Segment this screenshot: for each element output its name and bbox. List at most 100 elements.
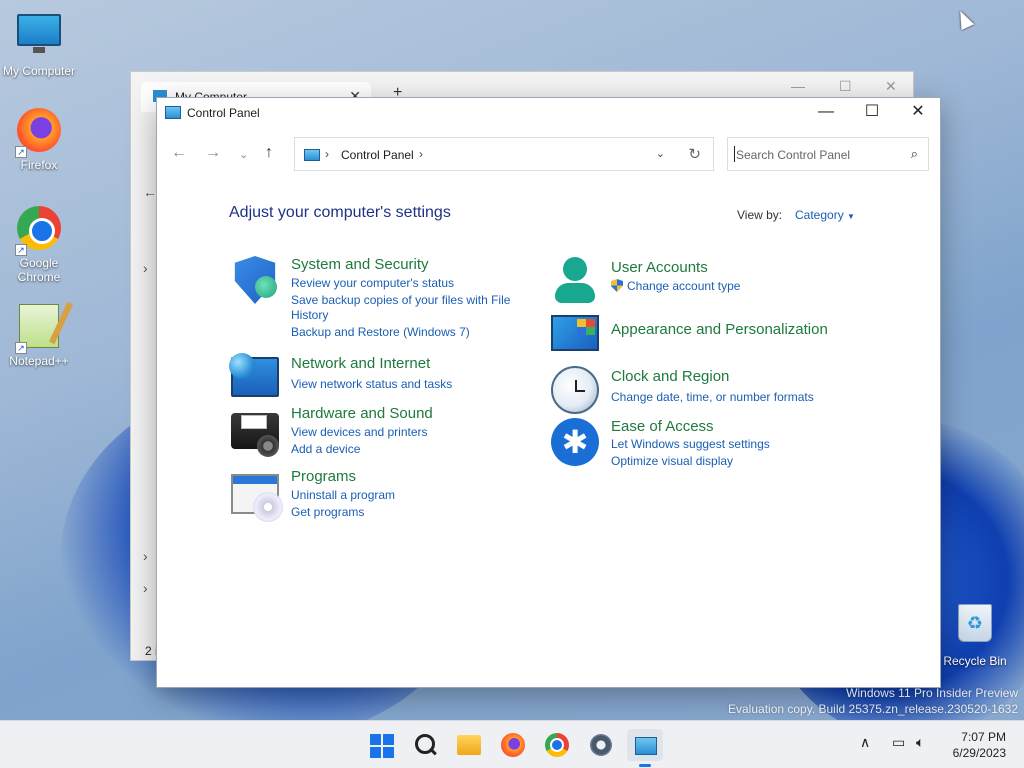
desktop-icon-notepadpp[interactable]: ↗ Notepad++ bbox=[0, 302, 78, 368]
control-panel-icon[interactable] bbox=[627, 729, 663, 767]
desktop-icon-recycle-bin[interactable]: ♻ Recycle Bin bbox=[936, 598, 1014, 668]
link-suggest-settings[interactable]: Let Windows suggest settings bbox=[611, 437, 770, 451]
category-title[interactable]: Hardware and Sound bbox=[291, 405, 433, 422]
category-appearance: Appearance and Personalization bbox=[551, 315, 871, 363]
recent-locations-button[interactable]: ⌄ bbox=[239, 148, 248, 161]
link-optimize-display[interactable]: Optimize visual display bbox=[611, 454, 733, 468]
computer-icon bbox=[15, 14, 63, 62]
refresh-icon[interactable]: ↻ bbox=[688, 145, 701, 163]
category-user-accounts: User Accounts Change account type bbox=[551, 257, 871, 307]
text-caret bbox=[734, 146, 735, 162]
link-label: Change account type bbox=[627, 279, 741, 293]
user-icon[interactable] bbox=[551, 257, 599, 305]
chevron-right-icon[interactable]: › bbox=[143, 260, 148, 276]
desktop-icon-label: Recycle Bin bbox=[943, 654, 1007, 668]
network-icon[interactable] bbox=[229, 353, 279, 397]
link-review-status[interactable]: Review your computer's status bbox=[291, 276, 454, 290]
back-arrow-icon[interactable]: ← bbox=[143, 184, 157, 200]
view-by-dropdown[interactable]: Category ▼ bbox=[795, 208, 855, 222]
link-devices-printers[interactable]: View devices and printers bbox=[291, 425, 428, 439]
link-file-history[interactable]: Save backup copies of your files with Fi… bbox=[291, 293, 510, 307]
category-ease-of-access: ✱ Ease of Access Let Windows suggest set… bbox=[551, 418, 871, 468]
desktop-icon-label: My Computer bbox=[2, 64, 76, 78]
desktop-icon-label: Notepad++ bbox=[9, 354, 69, 368]
category-title[interactable]: Ease of Access bbox=[611, 418, 714, 435]
desktop-icon-firefox[interactable]: ↗ Firefox bbox=[0, 106, 78, 172]
settings-icon[interactable] bbox=[585, 729, 617, 761]
watermark-build: Evaluation copy. Build 25375.zn_release.… bbox=[728, 702, 1018, 716]
uac-shield-icon bbox=[611, 279, 623, 292]
category-network-internet: Network and Internet View network status… bbox=[229, 353, 531, 397]
system-clock[interactable]: 7:07 PM 6/29/2023 bbox=[953, 729, 1006, 761]
close-icon[interactable]: ✕ bbox=[885, 78, 897, 95]
mouse-cursor bbox=[953, 7, 975, 31]
search-icon[interactable] bbox=[409, 729, 441, 761]
link-add-device[interactable]: Add a device bbox=[291, 442, 360, 456]
chrome-icon[interactable] bbox=[541, 729, 573, 761]
volume-icon[interactable]: 🔈︎ bbox=[916, 734, 924, 751]
chevron-right-icon[interactable]: › bbox=[143, 548, 148, 564]
minimize-icon[interactable]: — bbox=[791, 78, 805, 94]
category-title[interactable]: Clock and Region bbox=[611, 368, 729, 385]
link-change-date-time[interactable]: Change date, time, or number formats bbox=[611, 390, 814, 404]
view-by-value: Category bbox=[795, 208, 844, 222]
page-title: Adjust your computer's settings bbox=[229, 204, 451, 221]
printer-icon[interactable] bbox=[231, 413, 279, 457]
taskbar: ∧ ▭ 🔈︎ 7:07 PM 6/29/2023 bbox=[0, 720, 1024, 768]
clock-icon[interactable] bbox=[551, 366, 599, 414]
desktop-icon-label: Firefox bbox=[20, 158, 58, 172]
firefox-icon[interactable] bbox=[497, 729, 529, 761]
breadcrumb-control-panel[interactable]: Control Panel bbox=[341, 148, 414, 162]
link-file-history-cont[interactable]: History bbox=[291, 308, 328, 322]
control-panel-icon bbox=[304, 149, 320, 161]
maximize-button[interactable]: ☐ bbox=[849, 98, 895, 128]
link-network-status[interactable]: View network status and tasks bbox=[291, 377, 452, 391]
clock-time: 7:07 PM bbox=[961, 730, 1006, 744]
chevron-right-icon[interactable]: › bbox=[143, 580, 148, 596]
programs-icon[interactable] bbox=[231, 474, 283, 522]
link-change-account-type[interactable]: Change account type bbox=[611, 279, 740, 293]
link-uninstall-program[interactable]: Uninstall a program bbox=[291, 488, 395, 502]
category-title[interactable]: Appearance and Personalization bbox=[611, 321, 828, 338]
navigation-pane: ← › › › bbox=[131, 112, 157, 660]
accessibility-icon[interactable]: ✱ bbox=[551, 418, 599, 466]
link-backup-restore[interactable]: Backup and Restore (Windows 7) bbox=[291, 325, 470, 339]
start-icon[interactable] bbox=[367, 729, 399, 761]
minimize-button[interactable]: — bbox=[803, 98, 849, 128]
recycle-bin-icon: ♻ bbox=[951, 604, 999, 652]
desktop-icon-my-computer[interactable]: My Computer bbox=[0, 8, 78, 78]
personalization-icon[interactable] bbox=[551, 315, 599, 351]
link-get-programs[interactable]: Get programs bbox=[291, 505, 364, 519]
back-button[interactable]: ← bbox=[171, 144, 187, 162]
category-title[interactable]: Programs bbox=[291, 468, 356, 485]
search-placeholder: Search Control Panel bbox=[736, 148, 851, 162]
category-title[interactable]: User Accounts bbox=[611, 259, 708, 276]
category-title[interactable]: Network and Internet bbox=[291, 355, 430, 372]
category-system-security: System and Security Review your computer… bbox=[231, 256, 531, 339]
chevron-down-icon[interactable]: ⌄ bbox=[656, 147, 665, 160]
notepadpp-icon: ↗ bbox=[15, 304, 63, 354]
file-explorer-icon[interactable] bbox=[453, 729, 485, 761]
up-button[interactable]: ↑ bbox=[265, 144, 273, 162]
firefox-icon: ↗ bbox=[15, 108, 63, 158]
view-by-label: View by: bbox=[737, 208, 783, 222]
clock-date: 6/29/2023 bbox=[952, 746, 1006, 760]
breadcrumb-separator-icon[interactable]: › bbox=[419, 147, 423, 161]
search-input[interactable]: Search Control Panel ⌕ bbox=[727, 137, 929, 171]
search-icon[interactable]: ⌕ bbox=[911, 146, 918, 162]
address-bar[interactable]: › Control Panel › ⌄ ↻ bbox=[294, 137, 714, 171]
maximize-icon[interactable]: ☐ bbox=[839, 78, 852, 95]
desktop-icon-chrome[interactable]: ↗ Google Chrome bbox=[0, 204, 78, 284]
caret-down-icon: ▼ bbox=[847, 212, 855, 221]
network-icon[interactable]: ▭ bbox=[892, 734, 905, 751]
chevron-up-icon[interactable]: ∧ bbox=[860, 734, 870, 751]
control-panel-window[interactable]: Control Panel — ☐ ✕ ← → ⌄ ↑ › Control Pa… bbox=[156, 97, 941, 688]
breadcrumb-separator-icon[interactable]: › bbox=[325, 147, 329, 161]
category-programs: Programs Uninstall a program Get program… bbox=[231, 468, 531, 522]
forward-button[interactable]: → bbox=[205, 144, 221, 162]
category-hardware-sound: Hardware and Sound View devices and prin… bbox=[231, 405, 531, 457]
title-bar[interactable]: Control Panel — ☐ ✕ bbox=[157, 98, 940, 128]
category-title[interactable]: System and Security bbox=[291, 256, 429, 273]
close-button[interactable]: ✕ bbox=[895, 98, 941, 128]
control-panel-icon bbox=[165, 106, 181, 119]
